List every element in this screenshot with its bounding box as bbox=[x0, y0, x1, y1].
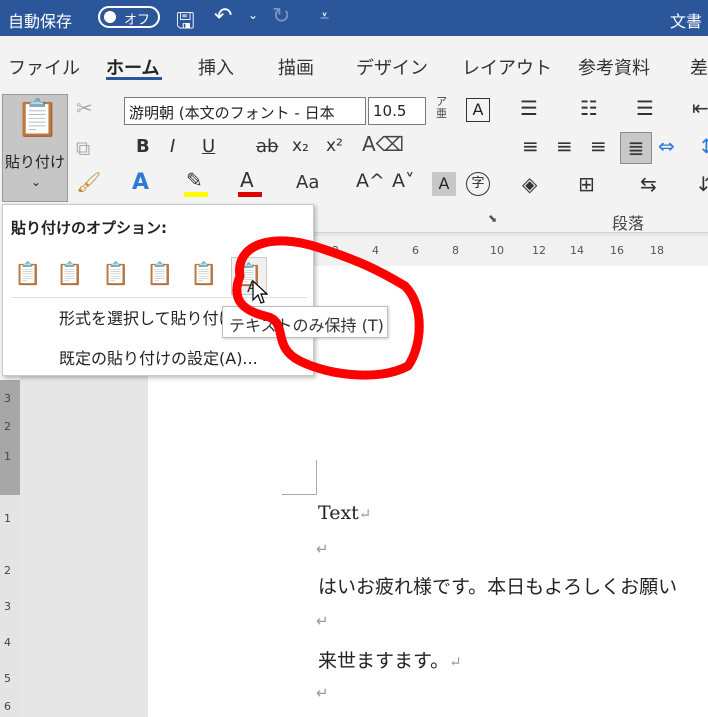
underline-icon[interactable]: U bbox=[202, 138, 215, 156]
tab-design[interactable]: デザイン bbox=[356, 54, 428, 80]
text-effects-icon[interactable]: A bbox=[132, 172, 149, 194]
decrease-indent-icon[interactable]: ⇤ bbox=[692, 98, 708, 118]
character-shading-icon[interactable]: A bbox=[432, 172, 456, 196]
tab-more[interactable]: 差 bbox=[690, 54, 708, 80]
paragraph-mark-icon: ↵ bbox=[316, 540, 329, 558]
font-name-input[interactable]: 游明朝 (本文のフォント - 日本 bbox=[124, 97, 366, 125]
ruler-tick: 18 bbox=[650, 244, 664, 257]
tab-references[interactable]: 参考資料 bbox=[578, 54, 650, 80]
ruler-tick: 16 bbox=[610, 244, 624, 257]
redo-icon[interactable]: ↻ bbox=[272, 4, 290, 29]
title-bar: 自動保存 オフ 🖫 ↶ ⌄ ↻ ⩡ 文書 bbox=[0, 0, 708, 36]
vruler-tick: 2 bbox=[4, 420, 11, 433]
ruler-tick: 14 bbox=[570, 244, 584, 257]
vertical-ruler: 3 2 1 1 2 3 4 5 6 bbox=[0, 380, 20, 717]
line-spacing-icon[interactable]: ↕ bbox=[698, 136, 708, 156]
tab-layout[interactable]: レイアウト bbox=[462, 54, 552, 80]
vruler-tick: 6 bbox=[4, 700, 11, 713]
chevron-down-icon: ⌄ bbox=[31, 175, 42, 189]
font-dialog-launcher-icon[interactable]: ⬊ bbox=[488, 212, 497, 225]
autosave-label: 自動保存 bbox=[8, 12, 73, 31]
keep-source-formatting-icon[interactable]: 📋 bbox=[11, 257, 45, 293]
strikethrough-icon[interactable]: ab bbox=[256, 138, 278, 156]
cut-icon[interactable]: ✂ bbox=[76, 98, 93, 118]
ruler-tick: 8 bbox=[452, 244, 459, 257]
ribbon-tabs: ファイル ホーム 挿入 描画 デザイン レイアウト 参考資料 差 bbox=[0, 36, 708, 90]
margin-corner-mark bbox=[282, 460, 317, 495]
paste-special-item[interactable]: 形式を選択して貼り付け bbox=[59, 305, 235, 329]
paragraph-mark-icon: ↵ bbox=[449, 653, 462, 671]
document-line-2[interactable]: はいお疲れ様です。本日もよろしくお願い bbox=[318, 572, 677, 599]
autosave-toggle[interactable]: オフ bbox=[98, 6, 160, 28]
undo-icon[interactable]: ↶ bbox=[214, 4, 232, 29]
line-2-text: はいお疲れ様です。本日もよろしくお願い bbox=[318, 576, 678, 598]
undo-dropdown-icon[interactable]: ⌄ bbox=[248, 8, 258, 22]
line-3-text: 来世ますます。 bbox=[318, 650, 450, 672]
toggle-knob bbox=[104, 11, 116, 23]
justify-icon[interactable]: ≣ bbox=[620, 132, 652, 164]
change-case-icon[interactable]: Aa bbox=[296, 174, 319, 192]
borders-icon[interactable]: ⊞ bbox=[578, 174, 595, 194]
vruler-tick: 4 bbox=[4, 636, 11, 649]
paste-options-title: 貼り付けのオプション: bbox=[11, 219, 167, 237]
line-1-text: Text bbox=[318, 502, 359, 524]
paste-button[interactable]: 📋 貼り付け ⌄ bbox=[2, 94, 68, 202]
text-direction-icon[interactable]: ⇆ bbox=[640, 174, 657, 194]
grow-font-icon[interactable]: A^ bbox=[356, 172, 385, 191]
align-right-icon[interactable]: ≡ bbox=[590, 136, 607, 156]
ruler-tick: 12 bbox=[532, 244, 546, 257]
tab-draw[interactable]: 描画 bbox=[278, 54, 314, 80]
vruler-tick: 1 bbox=[4, 512, 11, 525]
paragraph-group-label: 段落 bbox=[612, 214, 645, 233]
tab-insert[interactable]: 挿入 bbox=[198, 54, 234, 80]
superscript-icon[interactable]: x² bbox=[326, 138, 343, 155]
format-painter-icon[interactable]: 🖌 bbox=[76, 172, 101, 192]
align-left-icon[interactable]: ≡ bbox=[522, 136, 539, 156]
font-color-swatch bbox=[238, 192, 262, 197]
font-size-input[interactable]: 10.5 bbox=[368, 97, 426, 125]
document-line-3[interactable]: 来世ますます。↵ bbox=[318, 646, 462, 673]
red-annotation-circle bbox=[232, 236, 424, 380]
toggle-state: オフ bbox=[124, 13, 151, 28]
font-color-icon[interactable]: A bbox=[240, 170, 254, 190]
vruler-tick: 2 bbox=[4, 564, 11, 577]
clear-formatting-icon[interactable]: A⌫ bbox=[362, 134, 404, 154]
shading-icon[interactable]: ◈ bbox=[522, 174, 537, 194]
use-destination-styles-icon[interactable]: 📋 bbox=[99, 257, 133, 293]
multilevel-list-icon[interactable]: ☰ bbox=[636, 98, 654, 118]
sort-icon[interactable]: ⇵ bbox=[698, 174, 708, 194]
tab-file[interactable]: ファイル bbox=[8, 54, 80, 80]
bold-icon[interactable]: B bbox=[136, 138, 150, 156]
ruler-tick: 10 bbox=[490, 244, 504, 257]
vruler-tick: 3 bbox=[4, 600, 11, 613]
enclose-characters-icon[interactable]: 字 bbox=[466, 172, 490, 196]
active-tab-indicator bbox=[106, 77, 162, 80]
bullets-icon[interactable]: ☰ bbox=[520, 98, 538, 118]
paragraph-mark-icon: ↵ bbox=[316, 684, 329, 702]
document-line-1[interactable]: Text↵ bbox=[318, 502, 371, 524]
italic-icon[interactable]: I bbox=[170, 138, 175, 156]
phonetic-guide-icon[interactable]: ア亜 bbox=[436, 96, 447, 120]
merge-formatting-icon[interactable]: 📋 bbox=[53, 257, 87, 293]
vruler-tick: 1 bbox=[4, 450, 11, 463]
shrink-font-icon[interactable]: A˅ bbox=[392, 172, 415, 191]
highlight-color-swatch bbox=[184, 192, 208, 197]
document-title: 文書 bbox=[670, 12, 703, 31]
character-border-icon[interactable]: A bbox=[466, 98, 490, 122]
copy-icon[interactable]: ⧉ bbox=[76, 138, 90, 158]
paragraph-mark-icon: ↵ bbox=[316, 612, 329, 630]
subscript-icon[interactable]: x₂ bbox=[292, 138, 309, 155]
align-center-icon[interactable]: ≡ bbox=[556, 136, 573, 156]
vruler-tick: 5 bbox=[4, 672, 11, 685]
distributed-icon[interactable]: ⇔ bbox=[658, 136, 675, 156]
link-keep-formatting-icon[interactable]: 📋 bbox=[143, 257, 177, 293]
paragraph-mark-icon: ↵ bbox=[358, 505, 372, 523]
customize-qat-icon[interactable]: ⩡ bbox=[320, 6, 329, 26]
numbering-icon[interactable]: ☷ bbox=[580, 98, 598, 118]
vruler-tick: 3 bbox=[4, 392, 11, 405]
clipboard-icon: 📋 bbox=[15, 98, 60, 139]
highlight-icon[interactable]: ✎ bbox=[186, 170, 203, 190]
paste-label: 貼り付け bbox=[5, 153, 66, 171]
